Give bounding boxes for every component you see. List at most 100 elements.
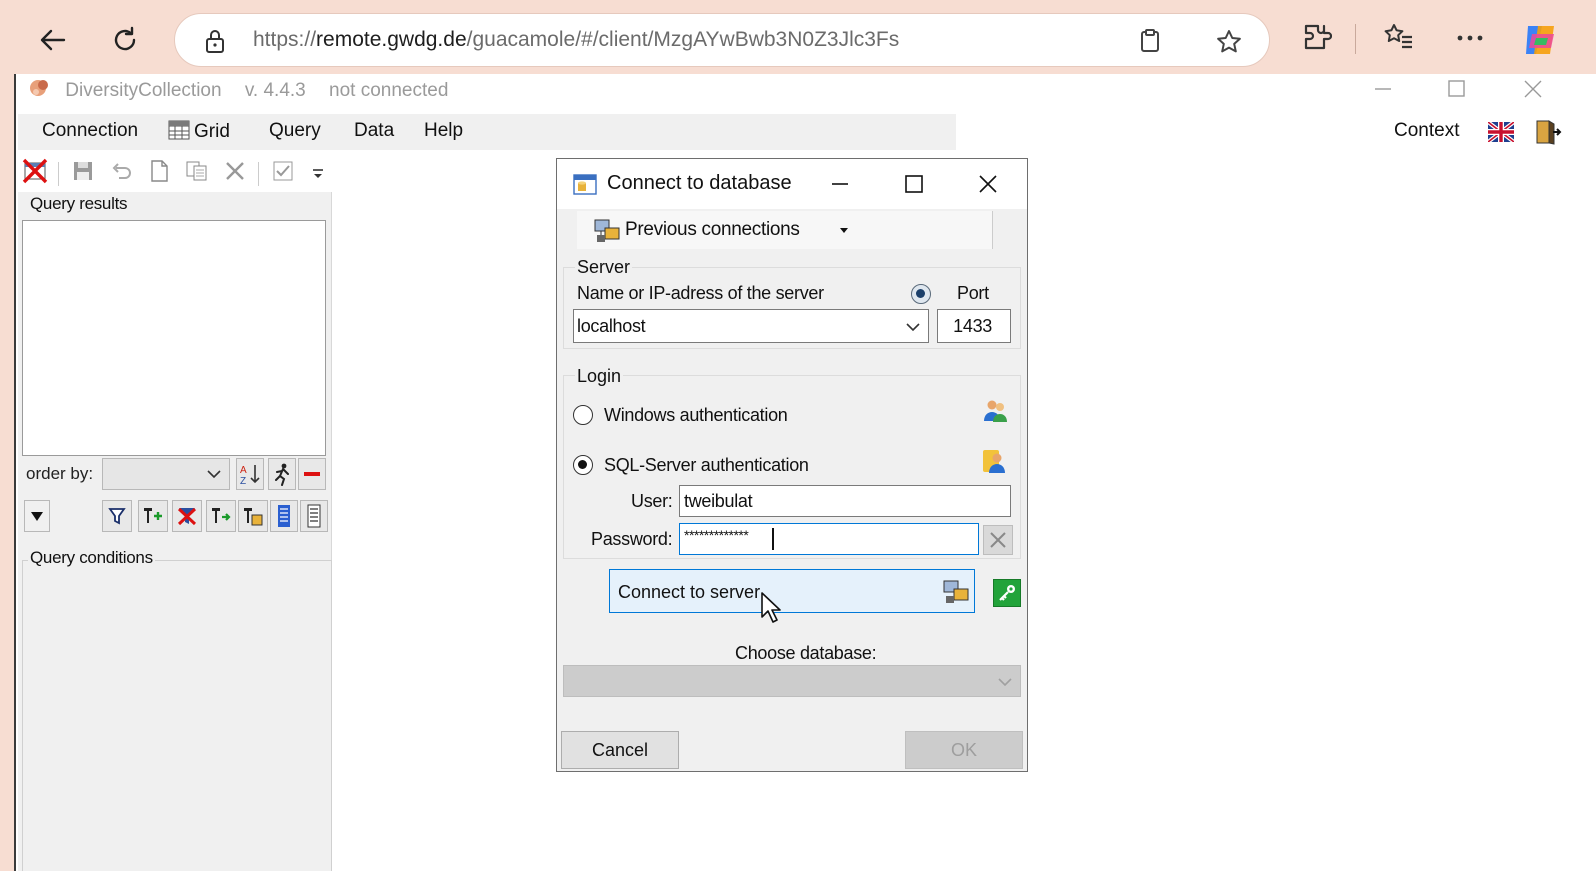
port-label: Port xyxy=(957,283,989,303)
server-name-label: Name or IP-adress of the server xyxy=(577,283,824,303)
menu-connection[interactable]: Connection xyxy=(42,120,138,142)
menu-context[interactable]: Context xyxy=(1394,120,1459,142)
caret-down-icon xyxy=(840,228,848,233)
check-button[interactable] xyxy=(270,158,296,184)
reload-button[interactable] xyxy=(103,18,147,62)
menu-bar: Connection Grid Query Data Help xyxy=(18,114,956,150)
filter-button[interactable] xyxy=(102,500,132,532)
copilot-icon[interactable] xyxy=(1520,20,1560,60)
connect-to-server-button[interactable]: Connect to server xyxy=(609,569,975,613)
menu-data[interactable]: Data xyxy=(354,120,394,142)
copy-icon xyxy=(186,161,207,181)
close-button[interactable] xyxy=(1506,74,1560,104)
toolbar-separator xyxy=(58,162,59,186)
database-window-icon xyxy=(573,174,597,195)
save-button[interactable] xyxy=(70,158,96,184)
undo-button[interactable] xyxy=(108,158,134,184)
password-input[interactable]: ************* xyxy=(679,523,979,555)
query-results-list[interactable] xyxy=(22,220,326,456)
port-radio[interactable] xyxy=(911,284,931,304)
server-name-combo[interactable]: localhost xyxy=(573,309,929,343)
expand-down-button[interactable] xyxy=(24,500,50,532)
choose-database-label: Choose database: xyxy=(735,643,877,663)
run-query-button[interactable] xyxy=(268,458,296,490)
mouse-pointer-icon xyxy=(761,592,781,623)
toolbar-separator xyxy=(258,162,259,186)
key-login-button[interactable] xyxy=(993,579,1021,607)
chevron-down-icon xyxy=(207,470,221,479)
app-name: DiversityCollection xyxy=(65,80,222,101)
lock-icon xyxy=(206,30,224,53)
filter-add-button[interactable] xyxy=(138,500,168,532)
sql-auth-radio[interactable] xyxy=(573,455,593,475)
svg-text:A: A xyxy=(240,465,247,476)
extensions-icon[interactable] xyxy=(1302,22,1332,52)
toolbar-divider xyxy=(1355,24,1356,54)
address-bar[interactable]: https://remote.gwdg.de/guacamole/#/clien… xyxy=(174,13,1270,67)
minimize-button[interactable] xyxy=(1356,74,1410,104)
list-icon xyxy=(307,504,321,528)
filter-add-icon xyxy=(144,508,162,523)
connection-status: not connected xyxy=(329,80,449,101)
exit-door-icon[interactable] xyxy=(1534,118,1562,146)
main-toolbar xyxy=(18,154,334,190)
no-connection-button[interactable] xyxy=(22,158,48,184)
more-options-icon[interactable] xyxy=(1456,22,1484,52)
minus-icon xyxy=(304,472,320,476)
favorite-star-icon[interactable] xyxy=(1215,28,1243,56)
sort-az-button[interactable]: AZ xyxy=(236,458,264,490)
dialog-maximize-button[interactable] xyxy=(877,159,951,209)
query-conditions-label: Query conditions xyxy=(28,548,155,568)
list-view-button[interactable] xyxy=(270,500,298,532)
database-combo[interactable] xyxy=(563,665,1021,697)
clear-password-button[interactable] xyxy=(983,525,1013,555)
menu-help[interactable]: Help xyxy=(424,120,463,142)
delete-button[interactable] xyxy=(222,158,248,184)
filter-remove-icon xyxy=(177,507,197,526)
remove-button[interactable] xyxy=(298,458,326,490)
password-value: ************* xyxy=(684,527,749,543)
delete-x-icon xyxy=(226,162,244,180)
overflow-chevron-icon xyxy=(313,169,323,178)
save-icon xyxy=(74,162,92,180)
port-value: 1433 xyxy=(953,316,992,336)
clear-x-icon xyxy=(990,532,1006,548)
order-by-label: order by: xyxy=(26,464,94,483)
query-conditions-panel xyxy=(22,560,332,871)
filter-next-button[interactable] xyxy=(206,500,236,532)
back-button[interactable] xyxy=(31,18,75,62)
port-input[interactable]: 1433 xyxy=(937,309,1011,343)
favorites-list-icon[interactable] xyxy=(1383,22,1415,52)
maximize-button[interactable] xyxy=(1430,74,1484,104)
list-plain-button[interactable] xyxy=(300,500,328,532)
menu-grid-label: Grid xyxy=(194,121,230,142)
maximize-icon xyxy=(1448,80,1465,97)
sql-auth-label[interactable]: SQL-Server authentication xyxy=(604,455,809,476)
ok-button[interactable]: OK xyxy=(905,731,1023,769)
dialog-minimize-button[interactable] xyxy=(803,159,877,209)
filter-remove-button[interactable] xyxy=(172,500,202,532)
user-input[interactable]: tweibulat xyxy=(679,485,1011,517)
filter-table-button[interactable] xyxy=(238,500,268,532)
dialog-title-bar: Connect to database xyxy=(557,159,1027,209)
triangle-down-icon xyxy=(31,512,43,521)
toolbar-overflow-button[interactable] xyxy=(310,164,326,184)
dialog-close-button[interactable] xyxy=(951,159,1025,209)
windows-auth-radio[interactable] xyxy=(573,405,593,425)
close-icon xyxy=(979,175,997,193)
copy-button[interactable] xyxy=(184,158,210,184)
filter-next-icon xyxy=(212,508,231,523)
windows-auth-label[interactable]: Windows authentication xyxy=(604,405,788,426)
clipboard-icon[interactable] xyxy=(1137,28,1163,54)
language-flag-icon[interactable] xyxy=(1488,122,1514,142)
app-logo-icon xyxy=(30,80,48,96)
server-name-value: localhost xyxy=(577,316,646,336)
previous-connections-button[interactable]: Previous connections xyxy=(577,211,993,249)
menu-grid[interactable]: Grid xyxy=(168,120,230,143)
cancel-button[interactable]: Cancel xyxy=(561,731,679,769)
previous-connections-label: Previous connections xyxy=(625,219,800,240)
new-button[interactable] xyxy=(146,158,172,184)
minimize-icon xyxy=(1375,88,1391,90)
order-by-select[interactable] xyxy=(102,458,230,490)
menu-query[interactable]: Query xyxy=(269,120,321,142)
